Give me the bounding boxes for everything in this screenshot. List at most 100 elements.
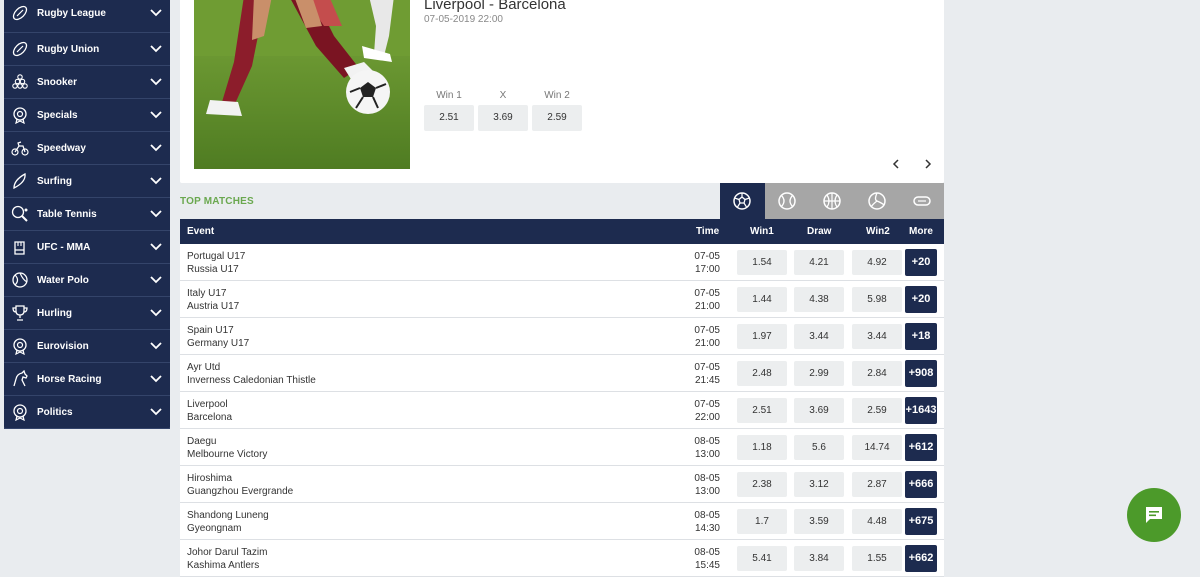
sidebar-item-rugby-union[interactable]: Rugby Union <box>4 33 170 66</box>
chevron-down-icon[interactable] <box>148 78 164 86</box>
odd-win2-button[interactable]: 2.84 <box>852 361 902 386</box>
sidebar-item-snooker[interactable]: Snooker <box>4 66 170 99</box>
more-markets-button[interactable]: +612 <box>905 434 937 461</box>
sidebar-item-label: Specials <box>37 109 78 121</box>
odd-win1-button[interactable]: 2.48 <box>737 361 787 386</box>
top-matches-title: TOP MATCHES <box>180 196 254 207</box>
away-team[interactable]: Inverness Caledonian Thistle <box>187 375 316 386</box>
odd-draw-button[interactable]: 3.59 <box>794 509 844 534</box>
chevron-down-icon[interactable] <box>148 9 164 17</box>
odd-draw-button[interactable]: 2.99 <box>794 361 844 386</box>
chevron-down-icon[interactable] <box>148 144 164 152</box>
home-team[interactable]: Ayr Utd <box>187 362 220 373</box>
odd-draw-button[interactable]: 4.38 <box>794 287 844 312</box>
home-team[interactable]: Hiroshima <box>187 473 232 484</box>
away-team[interactable]: Austria U17 <box>187 301 239 312</box>
sidebar-item-table-tennis[interactable]: Table Tennis <box>4 198 170 231</box>
away-team[interactable]: Germany U17 <box>187 338 249 349</box>
odd-win1-button[interactable]: 1.54 <box>737 250 787 275</box>
home-team[interactable]: Daegu <box>187 436 216 447</box>
away-team[interactable]: Barcelona <box>187 412 232 423</box>
sidebar-item-politics[interactable]: Politics <box>4 396 170 429</box>
odd-win2-button[interactable]: 3.44 <box>852 324 902 349</box>
sidebar-item-speedway[interactable]: Speedway <box>4 132 170 165</box>
chevron-down-icon[interactable] <box>148 408 164 416</box>
chat-button[interactable] <box>1127 488 1181 542</box>
more-markets-button[interactable]: +1643 <box>905 397 937 424</box>
odd-draw-button[interactable]: 3.69 <box>794 398 844 423</box>
chevron-down-icon[interactable] <box>148 309 164 317</box>
more-markets-button[interactable]: +20 <box>905 249 937 276</box>
odd-draw-button[interactable]: 3.12 <box>794 472 844 497</box>
table-row: Daegu Melbourne Victory 08-05 13:00 1.18 5.6 1… <box>180 429 944 466</box>
table-row: Hiroshima Guangzhou Evergrande 08-05 13:00 2… <box>180 466 944 503</box>
table-row: Liverpool Barcelona 07-05 22:00 2.51 3.69 2.59… <box>180 392 944 429</box>
chevron-down-icon[interactable] <box>148 210 164 218</box>
odd-win2-button[interactable]: 2.59 <box>852 398 902 423</box>
tab-basketball[interactable] <box>809 183 855 219</box>
sidebar-item-eurovision[interactable]: Eurovision <box>4 330 170 363</box>
odd-draw-button[interactable]: 3.84 <box>794 546 844 571</box>
table-tennis-paddle-icon <box>9 203 31 225</box>
odd-win1-button[interactable]: 1.44 <box>737 287 787 312</box>
tab-american-football[interactable] <box>899 183 944 219</box>
tab-tennis[interactable] <box>764 183 810 219</box>
sidebar-item-horse-racing[interactable]: Horse Racing <box>4 363 170 396</box>
chevron-down-icon[interactable] <box>148 243 164 251</box>
more-markets-button[interactable]: +908 <box>905 360 937 387</box>
chevron-down-icon[interactable] <box>148 111 164 119</box>
odd-draw-button[interactable]: 4.21 <box>794 250 844 275</box>
match-date: 08-05 <box>694 510 720 521</box>
away-team[interactable]: Gyeongnam <box>187 523 241 534</box>
surfboard-icon <box>9 170 31 192</box>
odd-button[interactable]: 2.51 <box>424 105 474 131</box>
featured-odd-draw: X 3.69 <box>478 90 528 131</box>
sidebar-item-rugby-league[interactable]: Rugby League <box>4 0 170 33</box>
odd-win2-button[interactable]: 1.55 <box>852 546 902 571</box>
more-markets-button[interactable]: +675 <box>905 508 937 535</box>
away-team[interactable]: Russia U17 <box>187 264 239 275</box>
odd-win2-button[interactable]: 2.87 <box>852 472 902 497</box>
odd-draw-button[interactable]: 5.6 <box>794 435 844 460</box>
odd-win2-button[interactable]: 4.92 <box>852 250 902 275</box>
tab-soccer[interactable] <box>720 183 765 219</box>
away-team[interactable]: Melbourne Victory <box>187 449 267 460</box>
home-team[interactable]: Spain U17 <box>187 325 234 336</box>
featured-odd-win1: Win 1 2.51 <box>424 90 474 131</box>
chevron-down-icon[interactable] <box>148 342 164 350</box>
chevron-down-icon[interactable] <box>148 177 164 185</box>
more-markets-button[interactable]: +18 <box>905 323 937 350</box>
home-team[interactable]: Italy U17 <box>187 288 226 299</box>
odd-win1-button[interactable]: 1.7 <box>737 509 787 534</box>
more-markets-button[interactable]: +666 <box>905 471 937 498</box>
odd-win2-button[interactable]: 5.98 <box>852 287 902 312</box>
banner-prev-button[interactable] <box>888 156 904 172</box>
home-team[interactable]: Shandong Luneng <box>187 510 269 521</box>
banner-next-button[interactable] <box>920 156 936 172</box>
odd-button[interactable]: 2.59 <box>532 105 582 131</box>
odd-win1-button[interactable]: 1.18 <box>737 435 787 460</box>
away-team[interactable]: Guangzhou Evergrande <box>187 486 293 497</box>
sidebar-item-ufc-mma[interactable]: UFC - MMA <box>4 231 170 264</box>
home-team[interactable]: Johor Darul Tazim <box>187 547 267 558</box>
chevron-down-icon[interactable] <box>148 45 164 53</box>
home-team[interactable]: Portugal U17 <box>187 251 245 262</box>
odd-win1-button[interactable]: 1.97 <box>737 324 787 349</box>
chevron-down-icon[interactable] <box>148 375 164 383</box>
odd-draw-button[interactable]: 3.44 <box>794 324 844 349</box>
home-team[interactable]: Liverpool <box>187 399 228 410</box>
odd-win2-button[interactable]: 14.74 <box>852 435 902 460</box>
sidebar-item-surfing[interactable]: Surfing <box>4 165 170 198</box>
odd-win1-button[interactable]: 2.51 <box>737 398 787 423</box>
odd-win1-button[interactable]: 5.41 <box>737 546 787 571</box>
odd-win1-button[interactable]: 2.38 <box>737 472 787 497</box>
odd-button[interactable]: 3.69 <box>478 105 528 131</box>
sidebar-item-hurling[interactable]: Hurling <box>4 297 170 330</box>
sidebar-item-water-polo[interactable]: Water Polo <box>4 264 170 297</box>
away-team[interactable]: Kashima Antlers <box>187 560 259 571</box>
tab-volleyball[interactable] <box>854 183 900 219</box>
more-markets-button[interactable]: +20 <box>905 286 937 313</box>
odd-win2-button[interactable]: 4.48 <box>852 509 902 534</box>
chevron-down-icon[interactable] <box>148 276 164 284</box>
sidebar-item-specials[interactable]: Specials <box>4 99 170 132</box>
